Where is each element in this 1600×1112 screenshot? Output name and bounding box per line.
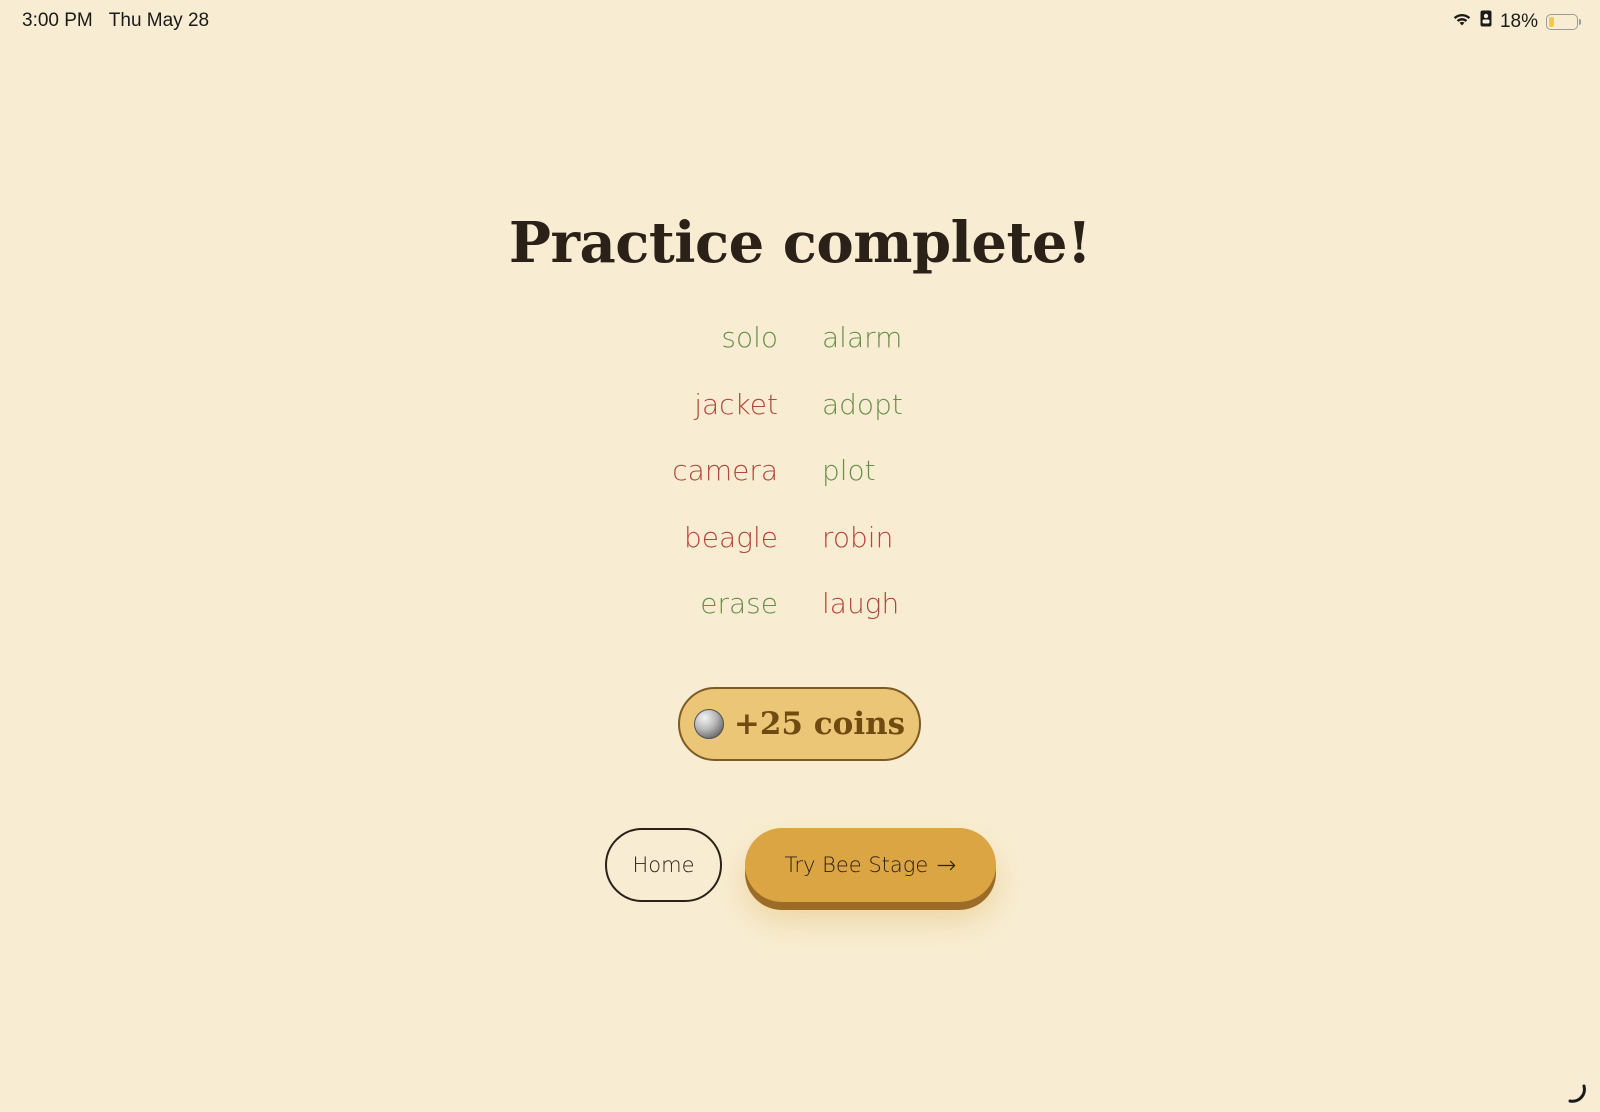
word-correct: solo	[721, 321, 778, 354]
home-button-label: Home	[632, 853, 695, 877]
home-button[interactable]: Home	[605, 828, 722, 902]
arrow-right-icon: →	[936, 851, 957, 879]
word-correct: erase	[700, 587, 778, 620]
word-row: erase laugh	[0, 584, 1600, 651]
word-correct: adopt	[822, 387, 903, 421]
status-time: 3:00 PM	[22, 10, 93, 31]
wifi-icon	[1452, 11, 1472, 33]
word-incorrect: camera	[672, 454, 778, 487]
battery-icon	[1546, 13, 1581, 30]
word-row: beagle robin	[0, 518, 1600, 585]
word-row: solo alarm	[0, 318, 1600, 385]
loading-arc-icon	[1568, 1084, 1586, 1103]
coins-reward-label: +25 coins	[733, 706, 906, 742]
coins-reward-badge: +25 coins	[678, 687, 921, 761]
word-results: solo alarm jacket adopt camera plot beagle robi…	[0, 318, 1600, 651]
word-incorrect: laugh	[822, 587, 900, 620]
try-bee-stage-button[interactable]: Try Bee Stage →	[745, 828, 996, 902]
page-title: Practice complete!	[508, 210, 1092, 276]
status-date: Thu May 28	[108, 10, 210, 31]
word-row: camera plot	[0, 451, 1600, 518]
word-incorrect: robin	[822, 520, 894, 554]
status-bar: 3:00 PM Thu May 28 18%	[0, 0, 1600, 44]
word-incorrect: jacket	[694, 387, 778, 421]
word-row: jacket adopt	[0, 385, 1600, 452]
page: 3:00 PM Thu May 28 18% Practice complete…	[0, 0, 1600, 1112]
word-correct: plot	[822, 454, 876, 487]
status-left: 3:00 PM Thu May 28	[22, 10, 209, 32]
word-correct: alarm	[822, 321, 903, 354]
word-incorrect: beagle	[684, 520, 778, 554]
coin-icon	[693, 709, 724, 739]
lock-icon	[1480, 10, 1492, 33]
battery-percent: 18%	[1499, 10, 1538, 32]
try-bee-stage-label: Try Bee Stage	[784, 853, 929, 877]
battery-fill	[1549, 16, 1554, 27]
status-right: 18%	[1452, 10, 1581, 33]
